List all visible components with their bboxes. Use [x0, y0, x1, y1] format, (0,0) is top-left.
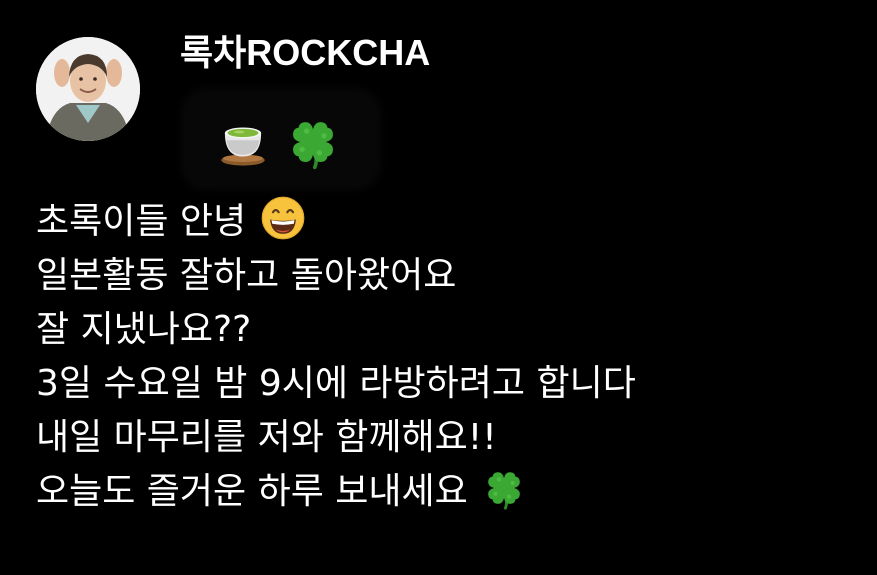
username[interactable]: 록차ROCKCHA: [180, 31, 430, 75]
message-line: 오늘도 즐거운 하루 보내세요: [36, 465, 636, 519]
message-line: 3일 수요일 밤 9시에 라방하려고 합니다: [36, 363, 636, 404]
tea-icon: [214, 108, 272, 171]
message-line: 내일 마무리를 저와 함께해요!!: [36, 417, 497, 458]
four-leaf-clover-icon: [284, 108, 342, 171]
grinning-face-icon: [260, 195, 306, 241]
message-body: 초록이들 안녕 일본활동 잘하고 돌아왔어요 잘 지냈나요?? 3일 수요일 밤…: [36, 195, 636, 519]
avatar[interactable]: [36, 37, 140, 141]
message-line: 초록이들 안녕: [36, 195, 636, 249]
profile-photo: [36, 37, 140, 141]
four-leaf-clover-icon: [481, 465, 527, 511]
message-line: 잘 지냈나요??: [36, 309, 252, 350]
message-line: 일본활동 잘하고 돌아왔어요: [36, 255, 457, 296]
